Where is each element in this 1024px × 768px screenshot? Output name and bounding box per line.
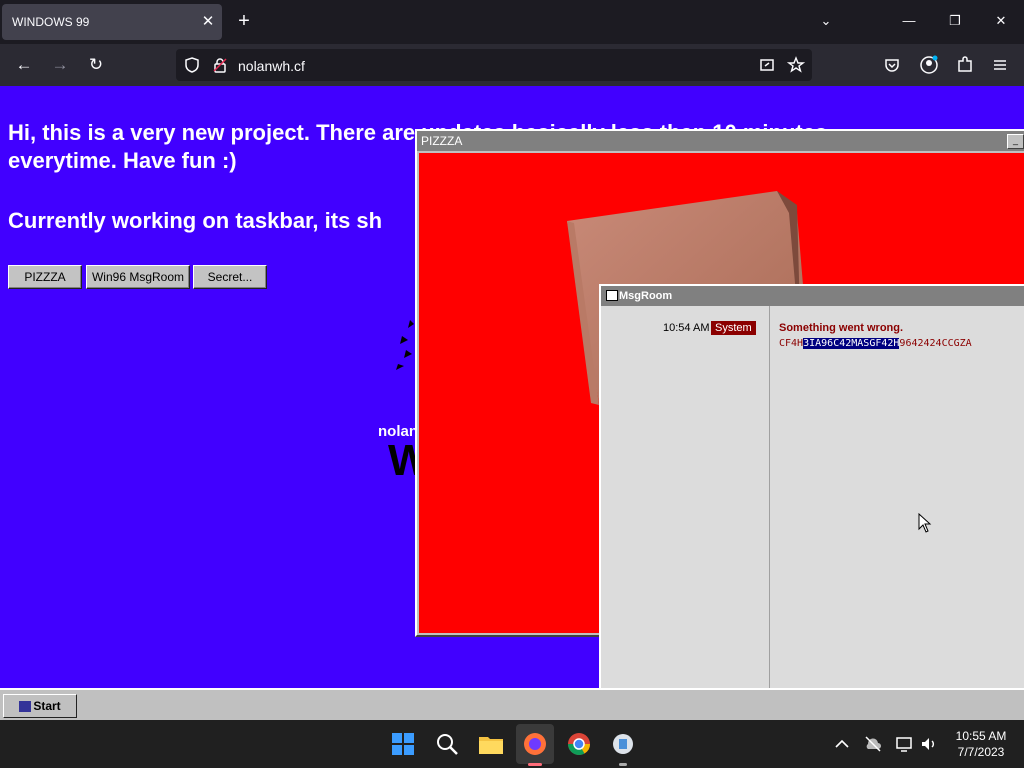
- chevron-up-icon[interactable]: [832, 734, 852, 754]
- code-suffix: 9642424CCGZA: [899, 338, 972, 349]
- start-label: Start: [33, 699, 61, 713]
- screenshot-icon[interactable]: [759, 57, 775, 73]
- cloud-off-icon[interactable]: [863, 734, 883, 754]
- network-icon[interactable]: [895, 734, 915, 754]
- page-heading-line2: everytime. Have fun :): [8, 148, 237, 173]
- msgroom-titlebar[interactable]: MsgRoom: [601, 286, 1024, 306]
- extensions-icon[interactable]: [955, 55, 975, 75]
- tab-title: WINDOWS 99: [12, 15, 90, 29]
- file-explorer-icon[interactable]: [477, 730, 505, 758]
- browser-tab-bar: WINDOWS 99 ✕ + ⌄ — ❐ ✕: [0, 0, 1024, 44]
- running-indicator: [619, 763, 627, 766]
- pizzza-button[interactable]: PIZZZA: [8, 265, 82, 289]
- secret-button[interactable]: Secret...: [193, 265, 267, 289]
- start-logo-icon: [19, 701, 32, 713]
- active-indicator: [528, 763, 542, 766]
- search-icon[interactable]: [433, 730, 461, 758]
- account-icon[interactable]: [919, 55, 939, 75]
- os-taskbar: 10:55 AM 7/7/2023: [0, 720, 1024, 768]
- list-tabs-button[interactable]: ⌄: [811, 13, 841, 29]
- minimize-button[interactable]: —: [894, 13, 924, 28]
- minimize-icon[interactable]: _: [1007, 134, 1024, 149]
- win99-start-button[interactable]: Start: [3, 694, 77, 718]
- message-time: 10:54 AM: [663, 322, 710, 334]
- code-selected: 3IA96C42MASGF42H: [803, 338, 900, 349]
- clock-date[interactable]: 7/7/2023: [946, 745, 1016, 759]
- forward-button[interactable]: →: [46, 51, 74, 79]
- reload-button[interactable]: ↻: [82, 51, 110, 79]
- firefox-icon[interactable]: [521, 730, 549, 758]
- restore-button[interactable]: ❐: [940, 13, 970, 29]
- message-code: CF4H3IA96C42MASGF42H9642424CCGZA: [779, 338, 972, 349]
- url-text[interactable]: nolanwh.cf: [238, 58, 305, 74]
- win96-msgroom-button[interactable]: Win96 MsgRoom: [86, 265, 190, 289]
- msgroom-window[interactable]: MsgRoom 10:54 AM System Something went w…: [599, 284, 1024, 696]
- msgroom-title: MsgRoom: [619, 290, 673, 302]
- back-button[interactable]: ←: [10, 51, 38, 79]
- pocket-icon[interactable]: [883, 56, 901, 74]
- star-icon[interactable]: [787, 56, 805, 74]
- url-bar[interactable]: nolanwh.cf: [176, 49, 812, 81]
- app-icon[interactable]: [609, 730, 637, 758]
- shield-icon[interactable]: [184, 57, 200, 73]
- pizzza-titlebar[interactable]: PIZZZA _: [417, 131, 1024, 151]
- chrome-icon[interactable]: [565, 730, 593, 758]
- pizzza-title: PIZZZA: [421, 134, 463, 148]
- page-heading-taskbar: Currently working on taskbar, its sh: [8, 208, 383, 233]
- message-title: Something went wrong.: [779, 322, 904, 334]
- new-tab-button[interactable]: +: [234, 10, 254, 32]
- code-prefix: CF4H: [779, 338, 804, 349]
- message-meta-column: 10:54 AM System: [601, 306, 770, 696]
- sender-badge[interactable]: System: [711, 321, 756, 335]
- clock-time[interactable]: 10:55 AM: [946, 729, 1016, 743]
- tab-close-icon[interactable]: ✕: [198, 12, 218, 30]
- volume-icon[interactable]: [919, 734, 939, 754]
- close-window-button[interactable]: ✕: [986, 13, 1016, 29]
- windows-start-icon[interactable]: [389, 730, 417, 758]
- menu-icon[interactable]: [991, 56, 1009, 74]
- mouse-cursor-icon: [918, 513, 932, 533]
- lock-icon[interactable]: [212, 57, 228, 73]
- win99-taskbar: Start: [0, 688, 1024, 722]
- chat-icon: [606, 290, 618, 301]
- browser-nav-bar: ← → ↻ nolanwh.cf: [0, 44, 1024, 86]
- browser-tab[interactable]: WINDOWS 99 ✕: [2, 4, 222, 40]
